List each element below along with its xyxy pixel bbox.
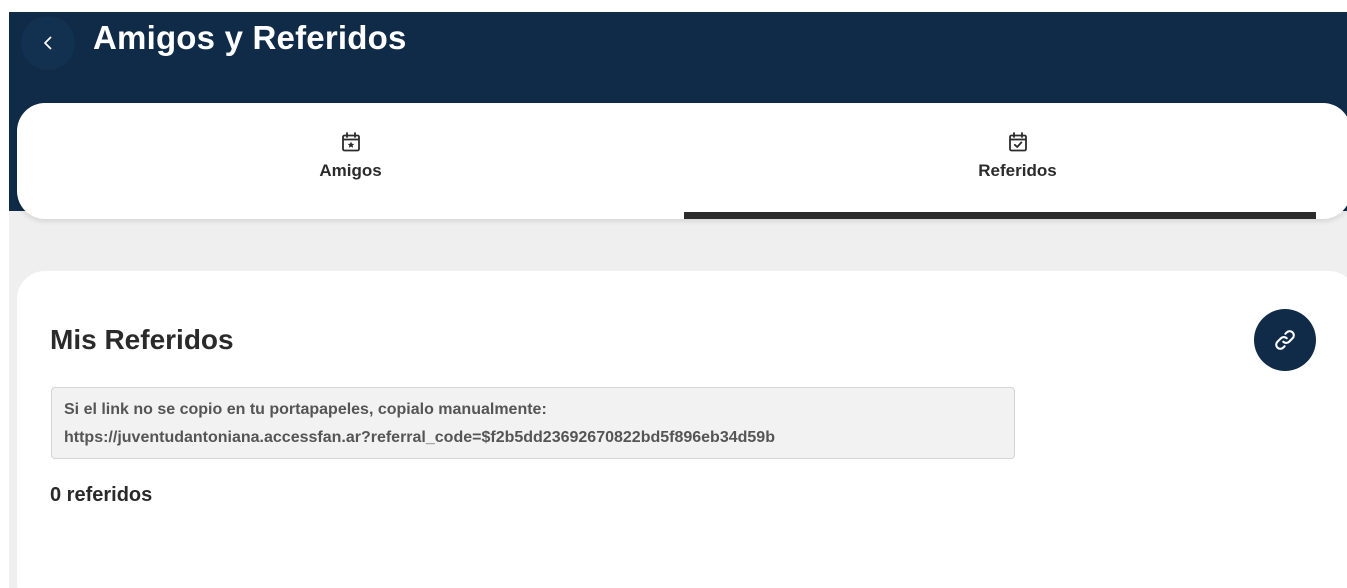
referrals-card: Mis Referidos Si el link no se copio en … — [17, 271, 1347, 588]
tab-amigos-label: Amigos — [319, 161, 382, 180]
back-button[interactable] — [21, 16, 75, 70]
tab-amigos[interactable]: Amigos — [17, 103, 684, 219]
notice-text: Si el link no se copio en tu portapapele… — [64, 401, 547, 418]
copy-link-button[interactable] — [1254, 309, 1316, 371]
tab-referidos[interactable]: Referidos — [684, 103, 1347, 219]
active-tab-indicator — [684, 212, 1316, 219]
chevron-left-icon — [44, 36, 52, 50]
referrals-count: 0 referidos — [50, 484, 153, 506]
app-frame: Amigos y Referidos Amigos Referidos Mis … — [9, 12, 1347, 588]
page-title: Amigos y Referidos — [93, 19, 407, 56]
tab-referidos-label: Referidos — [978, 161, 1057, 180]
referral-link-text[interactable]: https://juventudantoniana.accessfan.ar?r… — [64, 424, 1004, 452]
calendar-star-icon — [341, 132, 360, 152]
tabs-bar: Amigos Referidos — [17, 103, 1347, 219]
link-icon — [1275, 330, 1295, 350]
referral-link-notice[interactable]: Si el link no se copio en tu portapapele… — [51, 387, 1015, 459]
calendar-check-icon — [1008, 132, 1027, 152]
section-title: Mis Referidos — [50, 324, 234, 355]
